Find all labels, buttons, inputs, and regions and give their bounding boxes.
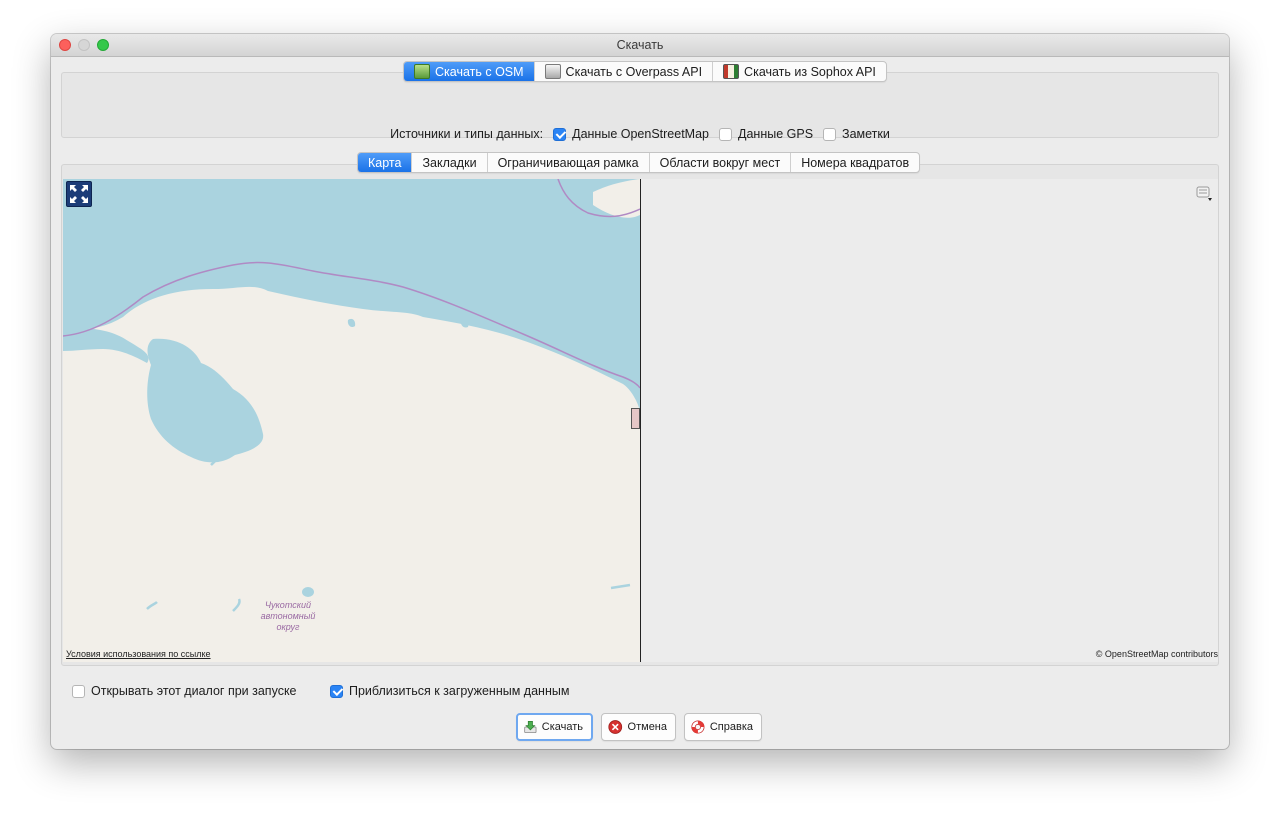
checkbox-checked-icon (553, 127, 567, 141)
sophox-icon (723, 64, 740, 79)
sources-row: Источники и типы данных: Данные OpenStre… (51, 127, 1229, 141)
map-splitter-handle[interactable] (631, 408, 640, 429)
layers-icon[interactable] (1196, 185, 1212, 201)
title-bar[interactable]: Скачать (51, 34, 1229, 57)
minimize-window-button[interactable] (78, 39, 90, 51)
fullscreen-icon[interactable] (66, 181, 92, 207)
checkbox-unchecked-icon (823, 127, 837, 141)
overpass-icon (544, 64, 561, 79)
area-tabs: Карта Закладки Ограничивающая рамка Обла… (357, 152, 921, 173)
checkbox-unchecked-icon (72, 684, 85, 698)
lifebuoy-icon (691, 720, 705, 734)
tab-download-osm[interactable]: Скачать с OSM (404, 62, 535, 81)
small-lake (302, 587, 314, 597)
tab-tile-numbers[interactable]: Номера квадратов (791, 153, 919, 172)
close-window-button[interactable] (59, 39, 71, 51)
download-dialog: Скачать Скачать с OSM Скачать с Overpass… (51, 34, 1229, 749)
source-tabs: Скачать с OSM Скачать с Overpass API Ска… (403, 61, 887, 82)
tab-bounding-box[interactable]: Ограничивающая рамка (488, 153, 650, 172)
osm-data-checkbox[interactable]: Данные OpenStreetMap (553, 127, 709, 141)
tab-download-sophox[interactable]: Скачать из Sophox API (713, 62, 886, 81)
zoom-to-data-checkbox[interactable]: Приблизиться к загруженным данным (330, 684, 569, 698)
tab-download-overpass[interactable]: Скачать с Overpass API (535, 62, 714, 81)
window-title: Скачать (616, 38, 664, 52)
tab-map[interactable]: Карта (358, 153, 413, 172)
osm-download-icon (414, 64, 430, 79)
map-side-pane: © OpenStreetMap contributors (641, 179, 1218, 662)
tab-bookmarks[interactable]: Закладки (412, 153, 488, 172)
cancel-button[interactable]: Отмена (601, 713, 676, 741)
checkbox-unchecked-icon (719, 127, 732, 141)
cancel-icon (608, 720, 623, 734)
sources-label: Источники и типы данных: (390, 127, 544, 141)
tab-areas-around-places[interactable]: Области вокруг мест (650, 153, 792, 172)
map-attribution: © OpenStreetMap contributors (1095, 649, 1218, 659)
gps-data-checkbox[interactable]: Данные GPS (719, 127, 813, 141)
download-button[interactable]: Скачать (516, 713, 593, 741)
help-button[interactable]: Справка (684, 713, 762, 741)
terms-of-use-link[interactable]: Условия использования по ссылке (66, 649, 211, 659)
notes-checkbox[interactable]: Заметки (823, 127, 890, 141)
maximize-window-button[interactable] (97, 39, 109, 51)
checkbox-checked-icon (330, 684, 343, 698)
download-icon (524, 720, 537, 734)
expand-arrows-icon (70, 185, 88, 203)
region-label: Чукотский автономный округ (260, 600, 316, 632)
open-on-start-checkbox[interactable]: Открывать этот диалог при запуске (72, 684, 297, 698)
map-tiles (63, 179, 640, 662)
slippy-map[interactable]: Чукотский автономный округ Условия испол… (63, 179, 640, 662)
